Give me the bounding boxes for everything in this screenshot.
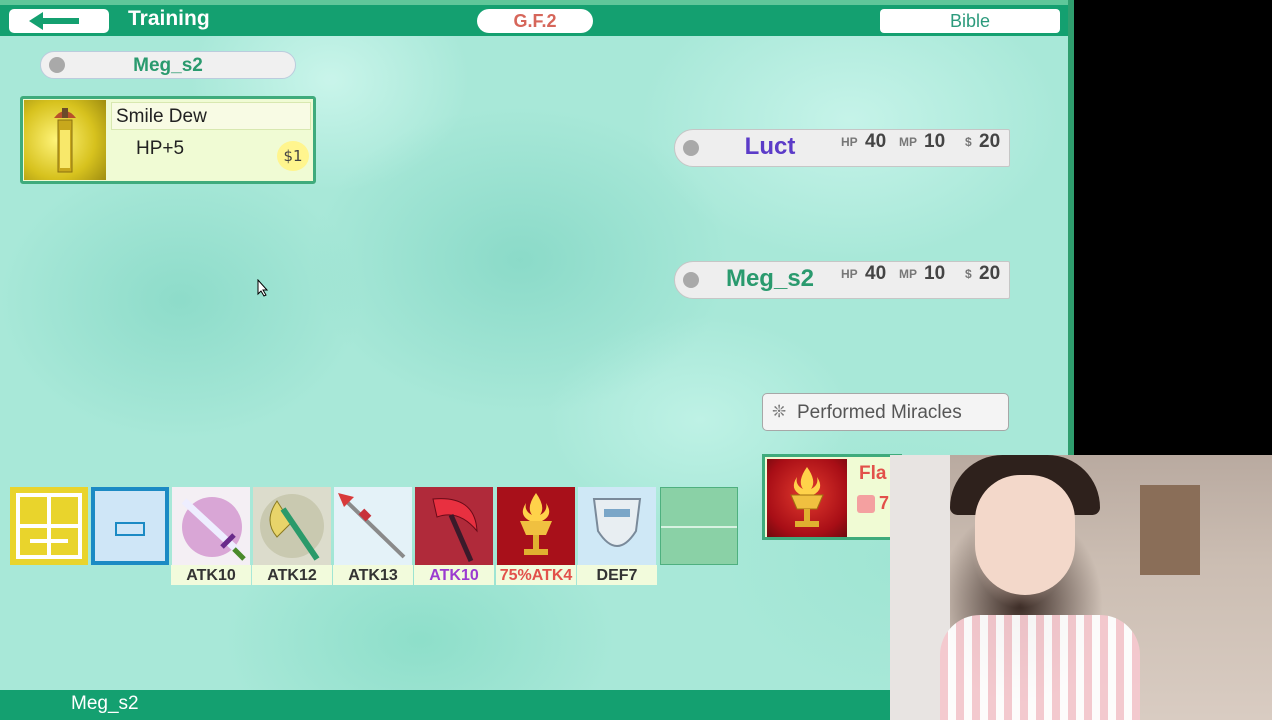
- inventory-slot[interactable]: [253, 487, 331, 565]
- chalice-icon: [520, 493, 552, 555]
- money-label: $: [965, 135, 972, 149]
- miracle-name: Fla: [859, 463, 887, 484]
- inventory-slot[interactable]: [415, 487, 493, 565]
- webcam-person: [940, 615, 1140, 720]
- window-icon: [95, 491, 165, 561]
- mp-value: 10: [924, 263, 946, 284]
- mp-label: MP: [899, 135, 917, 149]
- floor-button[interactable]: G.F.2: [477, 9, 593, 33]
- opponent-name: Meg_s2: [725, 265, 815, 292]
- status-dot: [683, 272, 699, 288]
- opponent-card[interactable]: Luct HP 40 MP 10 $ 20: [674, 129, 1010, 167]
- hp-label: HP: [841, 135, 858, 149]
- performed-miracles-button[interactable]: ❊ Performed Miracles: [762, 393, 1009, 431]
- miracle-card[interactable]: Fla 7: [762, 454, 902, 540]
- window-view-button[interactable]: [91, 487, 169, 565]
- opponent-name: Luct: [744, 133, 796, 160]
- flame-icon: [857, 495, 875, 513]
- inventory-slot[interactable]: [334, 487, 412, 565]
- money-label: $: [965, 267, 972, 281]
- webcam-overlay: [890, 455, 1272, 720]
- sparkle-icon: ❊: [772, 402, 787, 422]
- hp-label: HP: [841, 267, 858, 281]
- grid-layout-icon: [16, 493, 82, 559]
- page-title: Training: [128, 7, 210, 30]
- armor-icon: [592, 498, 642, 547]
- bible-button[interactable]: Bible: [880, 9, 1060, 33]
- spear-icon: [338, 493, 406, 559]
- miracles-label: Performed Miracles: [797, 402, 962, 423]
- mp-label: MP: [899, 267, 917, 281]
- inventory-slot[interactable]: [172, 487, 250, 565]
- item-price: $1: [277, 141, 309, 171]
- inventory-slot[interactable]: [578, 487, 656, 565]
- sword-icon: [181, 497, 246, 561]
- item-stat-label: ATK10: [414, 565, 494, 585]
- miracle-value: 7: [879, 493, 890, 513]
- mp-value: 10: [924, 131, 946, 152]
- item-stat-label: ATK12: [252, 565, 332, 585]
- inventory-slot[interactable]: [497, 487, 575, 565]
- hp-value: 40: [865, 263, 887, 284]
- layout-grid-button[interactable]: [10, 487, 88, 565]
- axe-icon: [260, 494, 324, 561]
- item-stat-label: ATK13: [333, 565, 413, 585]
- webcam-background: [1140, 485, 1200, 575]
- hp-value: 40: [865, 131, 887, 152]
- money-value: 20: [979, 263, 1001, 284]
- back-button[interactable]: [9, 9, 109, 33]
- smile-dew-icon: [24, 100, 106, 180]
- money-value: 20: [979, 131, 1001, 152]
- player-name-pill: Meg_s2: [40, 51, 296, 79]
- item-name-bar: Smile Dew: [111, 102, 311, 130]
- item-card[interactable]: Smile Dew HP+5 $1: [20, 96, 316, 184]
- opponent-card[interactable]: Meg_s2 HP 40 MP 10 $ 20: [674, 261, 1010, 299]
- item-stat-label: 75%ATK4: [496, 565, 576, 585]
- item-effect: HP+5: [136, 138, 185, 159]
- player-name: Meg_s2: [133, 55, 203, 76]
- item-name: Smile Dew: [116, 106, 207, 127]
- arrow-left-icon: [29, 12, 79, 30]
- scythe-icon: [432, 498, 478, 562]
- empty-inventory-slot[interactable]: [660, 487, 738, 565]
- mouse-cursor-icon: [257, 279, 269, 297]
- item-stat-label: ATK10: [171, 565, 251, 585]
- item-stat-label: DEF7: [577, 565, 657, 585]
- header-bar: Training G.F.2 Bible: [0, 0, 1068, 36]
- status-dot: [683, 140, 699, 156]
- flame-chalice-icon: [767, 459, 847, 537]
- footer-player-name: Meg_s2: [71, 693, 139, 714]
- webcam-person: [975, 475, 1075, 595]
